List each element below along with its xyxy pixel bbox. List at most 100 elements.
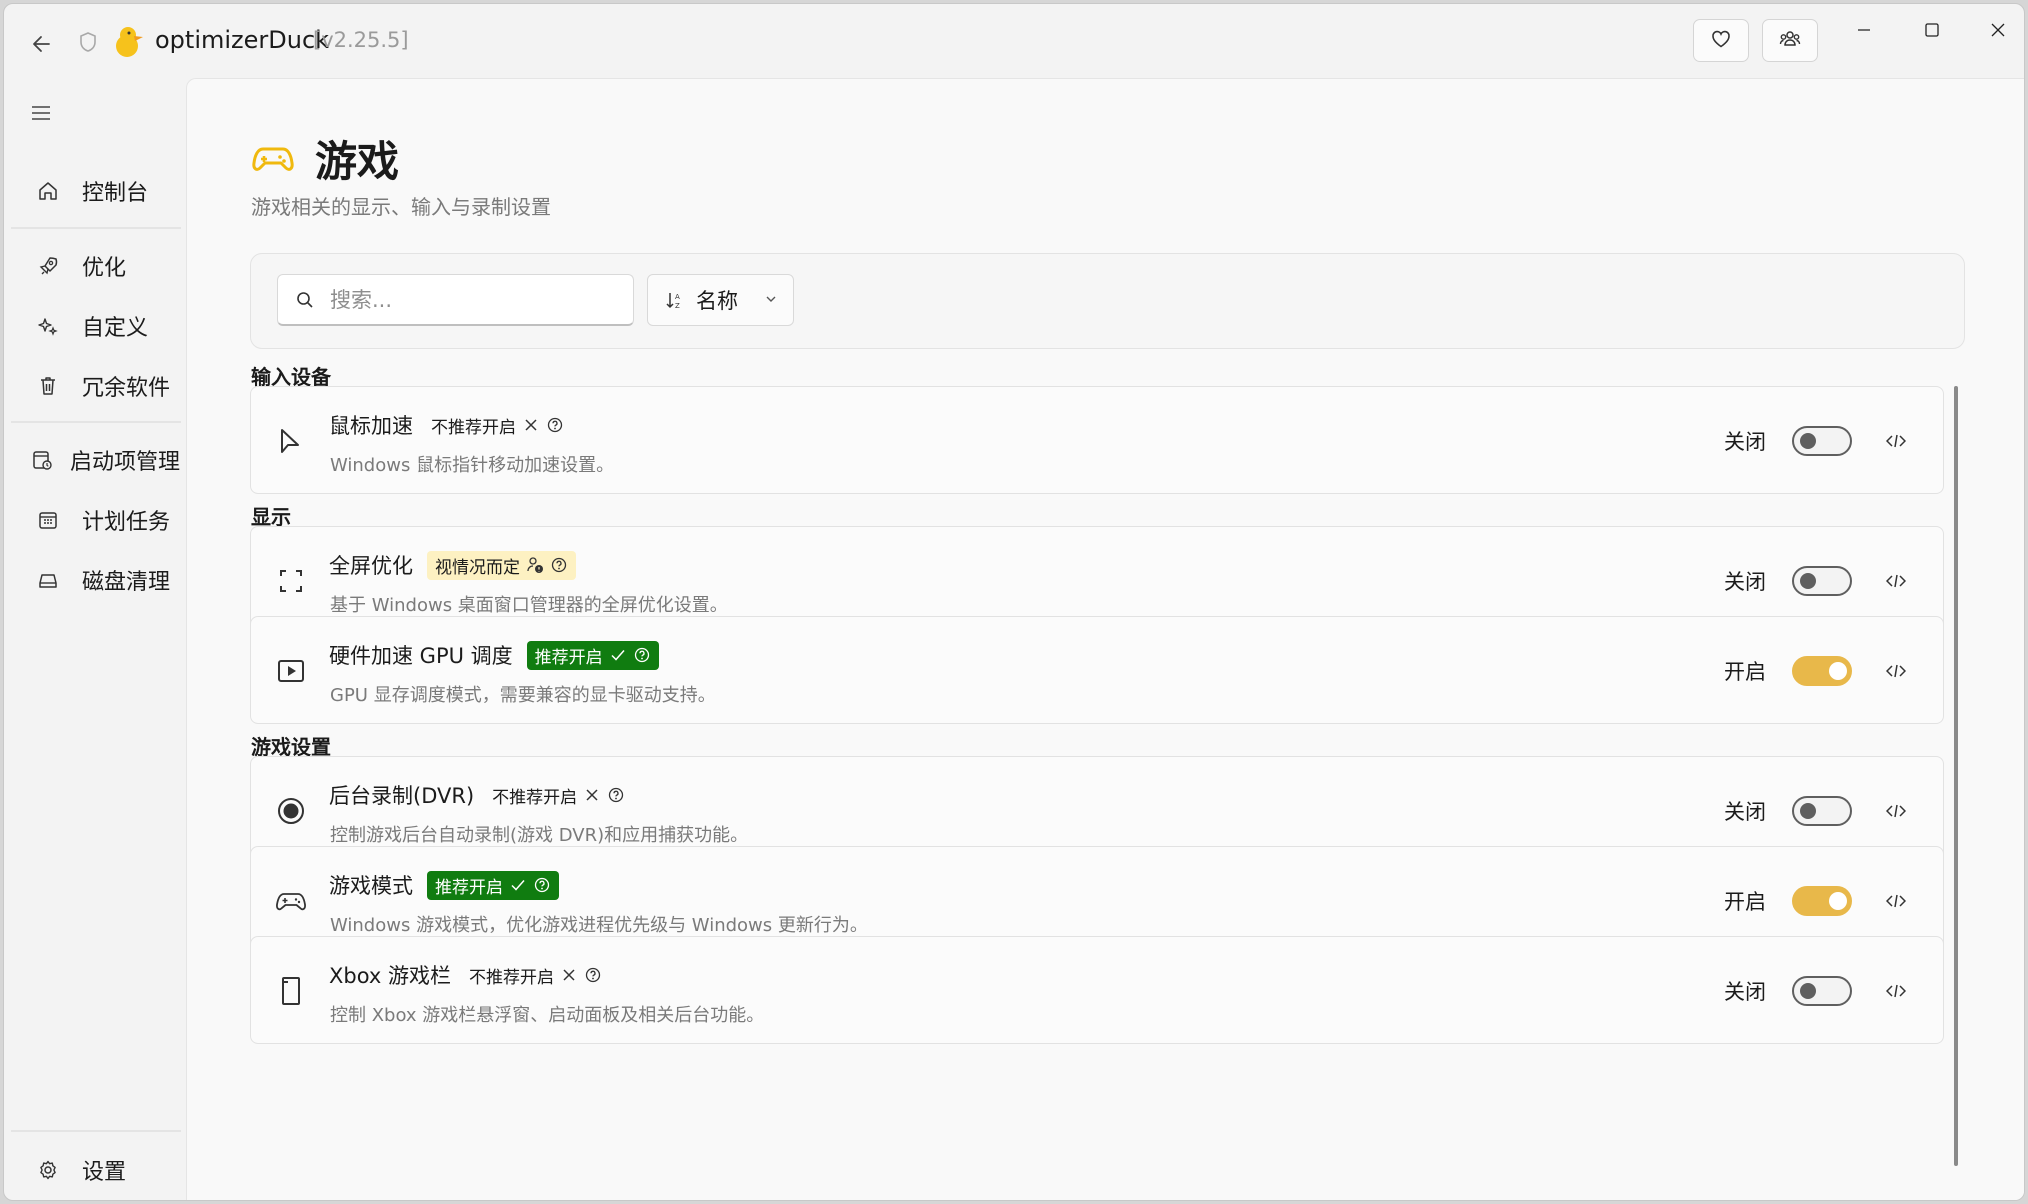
gamepad-icon — [251, 137, 295, 181]
cursor-icon — [271, 421, 311, 461]
sparkle-icon — [28, 306, 68, 346]
code-icon[interactable] — [1882, 887, 1910, 915]
trash-icon — [28, 366, 68, 406]
toggle-state-label: 关闭 — [1724, 570, 1766, 594]
code-icon[interactable] — [1882, 657, 1910, 685]
sidebar-item-settings[interactable]: 设置 — [16, 1146, 180, 1194]
sidebar: 控制台 优化 自定义 冗余软件 启动项管理 计划任务 磁盘清理 设置 — [4, 78, 186, 1200]
sidebar-item-label: 设置 — [82, 1160, 127, 1185]
toggle-switch[interactable] — [1792, 796, 1852, 826]
sidebar-item-custom[interactable]: 自定义 — [16, 302, 180, 350]
gamepad-icon — [271, 881, 311, 921]
status-badge: 不推荐开启 — [488, 781, 633, 810]
user-info-icon — [526, 556, 544, 574]
gamebar-icon — [271, 971, 311, 1011]
badge-label: 视情况而定 — [435, 557, 520, 578]
setting-card: 硬件加速 GPU 调度 推荐开启 GPU 显存调度模式，需要兼容的显卡驱动支持。… — [250, 616, 1944, 724]
sidebar-item-startup[interactable]: 启动项管理 — [16, 436, 180, 484]
search-icon — [294, 289, 316, 311]
hamburger-menu-icon[interactable] — [26, 98, 56, 128]
x-icon — [522, 416, 540, 434]
help-icon[interactable] — [533, 876, 551, 894]
help-icon[interactable] — [550, 556, 568, 574]
group-icon — [1779, 29, 1801, 53]
page-title: 游戏 — [315, 137, 400, 186]
sidebar-item-dashboard[interactable]: 控制台 — [16, 167, 180, 215]
search-box[interactable] — [277, 274, 634, 326]
community-button[interactable] — [1762, 19, 1818, 62]
status-badge: 不推荐开启 — [427, 411, 572, 440]
help-icon[interactable] — [633, 646, 651, 664]
setting-description: Windows 游戏模式，优化游戏进程优先级与 Windows 更新行为。 — [330, 915, 868, 936]
toggle-knob — [1800, 983, 1816, 999]
toggle-knob — [1829, 662, 1847, 680]
sidebar-item-label: 自定义 — [82, 316, 149, 341]
help-icon[interactable] — [584, 966, 602, 984]
toggle-switch[interactable] — [1792, 566, 1852, 596]
check-icon — [609, 646, 627, 664]
toggle-state-label: 关闭 — [1724, 430, 1766, 454]
setting-card: Xbox 游戏栏 不推荐开启 控制 Xbox 游戏栏悬浮窗、启动面板及相关后台功… — [250, 936, 1944, 1044]
sidebar-divider — [11, 421, 181, 423]
svg-text:A: A — [675, 293, 680, 301]
code-icon[interactable] — [1882, 427, 1910, 455]
startup-icon — [28, 440, 56, 480]
status-badge: 视情况而定 — [427, 550, 576, 580]
sidebar-divider — [11, 1130, 181, 1132]
gear-icon — [28, 1150, 68, 1190]
setting-card: 鼠标加速 不推荐开启 Windows 鼠标指针移动加速设置。 关闭 — [250, 386, 1944, 494]
code-icon[interactable] — [1882, 797, 1910, 825]
title-bar: optimizerDuck [v2.25.5] — [4, 4, 2024, 78]
setting-title: 后台录制(DVR) — [329, 784, 475, 808]
rocket-icon — [28, 246, 68, 286]
back-icon[interactable] — [26, 28, 58, 60]
sidebar-divider — [11, 227, 181, 229]
help-icon[interactable] — [607, 786, 625, 804]
help-icon[interactable] — [546, 416, 564, 434]
badge-label: 推荐开启 — [534, 647, 603, 668]
home-icon — [28, 171, 68, 211]
app-window: optimizerDuck [v2.25.5] 控制台 优化 自定义 冗余软件 … — [3, 3, 2025, 1201]
status-badge: 不推荐开启 — [465, 961, 610, 990]
sidebar-item-disk-cleanup[interactable]: 磁盘清理 — [16, 556, 180, 604]
app-title: optimizerDuck — [155, 26, 330, 54]
code-icon[interactable] — [1882, 977, 1910, 1005]
toggle-switch[interactable] — [1792, 976, 1852, 1006]
sidebar-item-label: 计划任务 — [82, 510, 171, 535]
scrollbar[interactable] — [1954, 386, 1958, 1166]
maximize-button[interactable] — [1910, 16, 1954, 44]
sidebar-item-optimize[interactable]: 优化 — [16, 242, 180, 290]
donate-button[interactable] — [1693, 19, 1749, 62]
sort-dropdown[interactable]: AZ 名称 — [647, 274, 794, 326]
fullscreen-icon — [271, 561, 311, 601]
minimize-button[interactable] — [1842, 16, 1886, 44]
code-icon[interactable] — [1882, 567, 1910, 595]
setting-description: Windows 鼠标指针移动加速设置。 — [330, 455, 615, 476]
app-version: [v2.25.5] — [313, 28, 409, 52]
sidebar-item-label: 优化 — [82, 256, 127, 281]
record-icon — [271, 791, 311, 831]
sidebar-item-bloatware[interactable]: 冗余软件 — [16, 362, 180, 410]
sidebar-item-tasks[interactable]: 计划任务 — [16, 496, 180, 544]
drive-icon — [28, 560, 68, 600]
calendar-icon — [28, 500, 68, 540]
toggle-switch[interactable] — [1792, 426, 1852, 456]
chevron-down-icon — [763, 291, 779, 307]
check-icon — [509, 876, 527, 894]
badge-label: 推荐开启 — [435, 877, 503, 898]
setting-title: 硬件加速 GPU 调度 — [329, 644, 513, 668]
toggle-switch[interactable] — [1792, 656, 1852, 686]
x-icon — [560, 966, 578, 984]
toggle-switch[interactable] — [1792, 886, 1852, 916]
badge-label: 不推荐开启 — [431, 417, 516, 438]
search-input[interactable] — [330, 287, 610, 312]
toggle-knob — [1829, 892, 1847, 910]
heart-icon — [1711, 30, 1731, 52]
sidebar-item-label: 冗余软件 — [82, 376, 171, 401]
setting-title: 游戏模式 — [329, 874, 413, 898]
toggle-state-label: 开启 — [1724, 890, 1766, 914]
close-button[interactable] — [1976, 16, 2020, 44]
toggle-knob — [1800, 803, 1816, 819]
setting-description: 控制游戏后台自动录制(游戏 DVR)和应用捕获功能。 — [330, 825, 749, 846]
badge-label: 不推荐开启 — [469, 967, 555, 988]
